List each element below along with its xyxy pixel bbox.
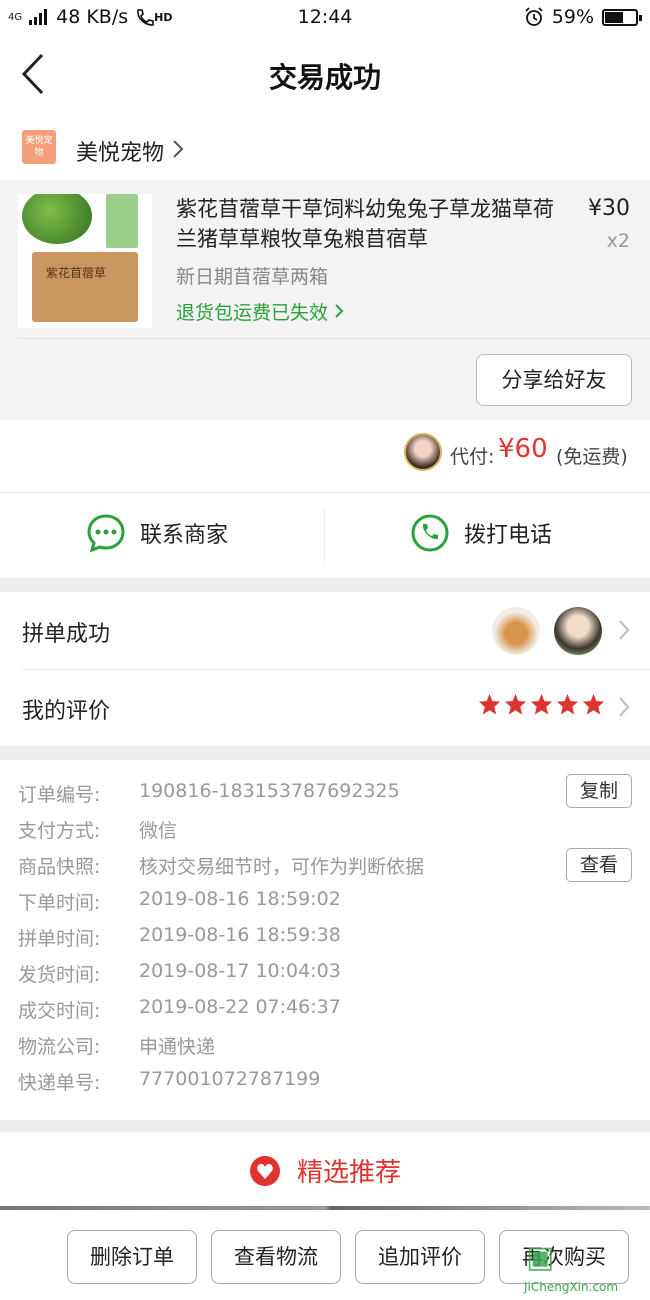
payment-row: 代付: ¥60 (免运费)	[0, 420, 650, 492]
order-info-key: 订单编号:	[18, 784, 101, 806]
payment-label: 代付:	[450, 446, 495, 468]
chat-icon	[87, 514, 125, 553]
contact-merchant-button[interactable]: 联系商家	[86, 513, 228, 553]
order-info-row: 快递单号: 777001072787199	[18, 1068, 320, 1095]
order-info-value: 申通快递	[139, 1036, 216, 1058]
order-info-value: 190816-183153787692325	[139, 780, 400, 802]
divider	[324, 509, 325, 565]
battery-icon	[602, 8, 642, 26]
shop-row[interactable]: 美悦宠物 美悦宠物	[0, 120, 650, 180]
chevron-right-icon	[335, 304, 344, 318]
order-info-value: 2019-08-16 18:59:38	[139, 924, 341, 946]
refund-note-text: 退货包运费已失效	[176, 302, 329, 324]
order-info-key: 快递单号:	[18, 1072, 101, 1094]
watermark-url: JiChengXin.com	[524, 1280, 619, 1294]
order-info-value: 2019-08-17 10:04:03	[139, 960, 341, 982]
divider	[18, 338, 650, 339]
order-info-key: 发货时间:	[18, 964, 101, 986]
my-review-label: 我的评价	[22, 699, 111, 724]
shop-logo: 美悦宠物	[22, 130, 56, 164]
phone-icon	[411, 514, 449, 552]
member-avatar	[492, 607, 540, 655]
watermark: ▣ JiChengXin.com	[496, 1240, 646, 1298]
recommend-title: 精选推荐	[296, 1158, 401, 1188]
chevron-right-icon	[619, 620, 630, 640]
group-success-label: 拼单成功	[22, 622, 111, 647]
product-spec: 新日期苜蓿草两箱	[176, 266, 329, 288]
group-section: 拼单成功 我的评价	[0, 592, 650, 746]
product-thumbnail[interactable]: 紫花苜蓿草	[18, 194, 152, 328]
order-info-value: 2019-08-16 18:59:02	[139, 888, 341, 910]
page-title: 交易成功	[268, 61, 381, 94]
star-icon	[530, 693, 553, 715]
order-info-value: 微信	[139, 820, 178, 842]
star-icon	[504, 693, 527, 715]
group-success-row[interactable]: 拼单成功	[0, 592, 650, 669]
view-logistics-button[interactable]: 查看物流	[211, 1230, 341, 1284]
star-icon	[478, 693, 501, 715]
order-info-row: 商品快照: 核对交易细节时，可作为判断依据	[18, 852, 424, 879]
status-right: 59%	[524, 6, 642, 28]
shop-name: 美悦宠物	[76, 141, 165, 166]
box-label: 紫花苜蓿草	[46, 266, 107, 280]
nav-bar: 交易成功	[0, 34, 650, 120]
product-quantity: x2	[606, 230, 630, 252]
copy-button[interactable]: 复制	[566, 774, 632, 808]
box-image: 紫花苜蓿草	[32, 252, 138, 322]
order-info-row: 发货时间: 2019-08-17 10:04:03	[18, 960, 341, 987]
rating-stars	[478, 693, 605, 715]
star-icon	[582, 693, 605, 715]
order-info-value: 777001072787199	[139, 1068, 321, 1090]
product-price: ¥30	[588, 196, 630, 221]
watermark-logo: ▣	[526, 1240, 555, 1275]
order-info: 复制 查看 订单编号: 190816-183153787692325 支付方式: 微信…	[0, 760, 650, 1120]
order-info-value: 核对交易细节时，可作为判断依据	[139, 856, 425, 878]
order-info-key: 下单时间:	[18, 892, 101, 914]
chevron-right-icon	[619, 697, 630, 717]
chevron-right-icon	[173, 140, 184, 158]
contact-bar: 联系商家 拨打电话	[0, 492, 650, 578]
battery-fill	[605, 11, 623, 23]
order-info-value: 2019-08-22 07:46:37	[139, 996, 341, 1018]
order-info-key: 成交时间:	[18, 1000, 101, 1022]
member-avatar	[554, 607, 602, 655]
my-review-row[interactable]: 我的评价	[0, 669, 650, 746]
product-name[interactable]: 紫花苜蓿草干草饲料幼兔兔子草龙猫草荷兰猪草草粮牧草兔粮苜宿草	[176, 194, 571, 254]
add-review-button[interactable]: 追加评价	[355, 1230, 485, 1284]
bag-image	[106, 194, 138, 248]
call-label: 拨打电话	[464, 523, 553, 548]
heart-icon	[249, 1155, 280, 1186]
order-info-key: 物流公司:	[18, 1036, 101, 1058]
delete-order-button[interactable]: 删除订单	[67, 1230, 197, 1284]
order-info-key: 拼单时间:	[18, 928, 101, 950]
order-info-row: 成交时间: 2019-08-22 07:46:37	[18, 996, 341, 1023]
star-icon	[556, 693, 579, 715]
refund-note[interactable]: 退货包运费已失效	[176, 298, 344, 325]
battery-percent: 59%	[551, 6, 594, 28]
alfalfa-image	[22, 194, 92, 244]
order-info-row: 物流公司: 申通快递	[18, 1032, 215, 1059]
product-card: 紫花苜蓿草 紫花苜蓿草干草饲料幼兔兔子草龙猫草荷兰猪草草粮牧草兔粮苜宿草 ¥30…	[0, 180, 650, 420]
contact-merchant-label: 联系商家	[140, 523, 229, 548]
view-snapshot-button[interactable]: 查看	[566, 848, 632, 882]
payment-amount: ¥60	[498, 434, 548, 464]
recommend-section: 精选推荐	[0, 1132, 650, 1210]
status-bar: 4G 48 KB/s HD 12:44 59%	[0, 0, 650, 34]
alarm-icon	[525, 7, 543, 26]
payer-avatar	[404, 433, 442, 471]
order-info-row: 下单时间: 2019-08-16 18:59:02	[18, 888, 341, 915]
order-info-row: 订单编号: 190816-183153787692325	[18, 780, 400, 807]
order-info-key: 支付方式:	[18, 820, 101, 842]
order-info-key: 商品快照:	[18, 856, 101, 878]
call-button[interactable]: 拨打电话	[410, 513, 552, 553]
share-button[interactable]: 分享给好友	[476, 354, 632, 406]
order-info-row: 拼单时间: 2019-08-16 18:59:38	[18, 924, 341, 951]
shipping-note: (免运费)	[556, 446, 628, 468]
order-info-row: 支付方式: 微信	[18, 816, 177, 843]
